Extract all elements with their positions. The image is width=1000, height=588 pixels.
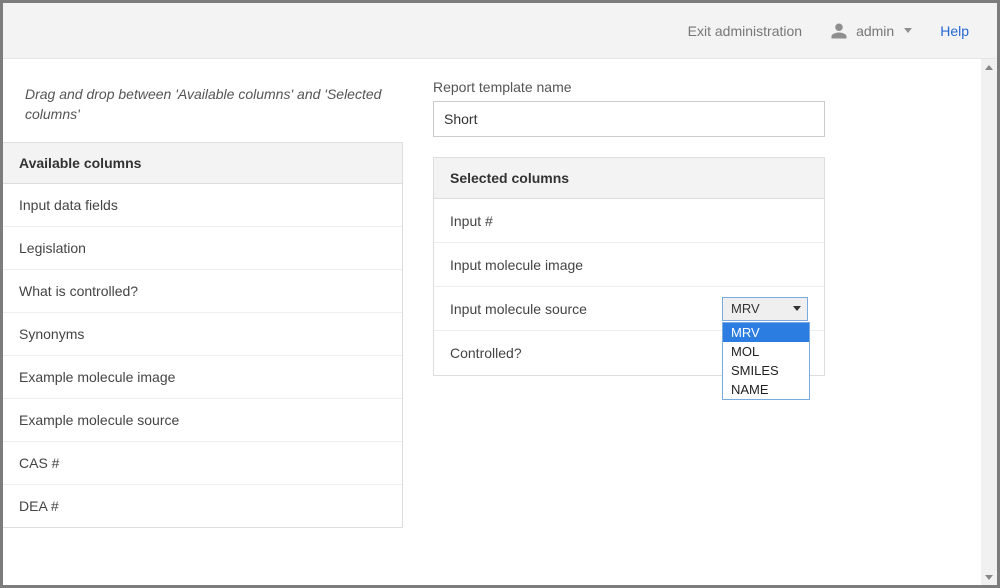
scroll-up-button[interactable] <box>981 59 997 75</box>
template-name-input[interactable] <box>433 101 825 137</box>
available-item[interactable]: Example molecule source <box>3 399 402 442</box>
right-column: Report template name Selected columns In… <box>403 59 981 585</box>
selected-columns-panel: Selected columns Input # Input molecule i… <box>433 157 825 376</box>
format-dropdown[interactable]: MRVMOLSMILESNAME <box>722 322 810 400</box>
format-option[interactable]: NAME <box>723 380 809 399</box>
format-select-value: MRV <box>731 301 760 316</box>
available-item[interactable]: Synonyms <box>3 313 402 356</box>
available-columns-header: Available columns <box>3 143 402 184</box>
user-icon <box>830 22 848 40</box>
chevron-down-icon <box>793 306 801 311</box>
selected-item-label: Input molecule source <box>450 301 587 317</box>
format-option[interactable]: MRV <box>723 323 809 342</box>
exit-administration-link[interactable]: Exit administration <box>688 23 802 39</box>
available-item[interactable]: DEA # <box>3 485 402 527</box>
selected-item[interactable]: Input # <box>434 199 824 243</box>
chevron-up-icon <box>985 65 993 70</box>
available-item[interactable]: What is controlled? <box>3 270 402 313</box>
app-frame: Exit administration admin Help Drag and … <box>0 0 1000 588</box>
selected-item-label: Controlled? <box>450 345 522 361</box>
selected-item[interactable]: Input molecule source MRVMRVMOLSMILESNAME <box>434 287 824 331</box>
user-name: admin <box>856 23 894 39</box>
chevron-down-icon <box>904 28 912 33</box>
available-item[interactable]: CAS # <box>3 442 402 485</box>
selected-columns-list: Input # Input molecule image Input molecul… <box>434 199 824 375</box>
help-link[interactable]: Help <box>940 23 969 39</box>
scroll-down-button[interactable] <box>981 569 997 585</box>
selected-item-label: Input # <box>450 213 493 229</box>
top-bar: Exit administration admin Help <box>3 3 997 59</box>
left-column: Drag and drop between 'Available columns… <box>3 59 403 585</box>
content-area: Drag and drop between 'Available columns… <box>3 59 997 585</box>
available-item[interactable]: Input data fields <box>3 184 402 227</box>
user-menu[interactable]: admin <box>830 22 912 40</box>
available-item[interactable]: Example molecule image <box>3 356 402 399</box>
vertical-scrollbar[interactable] <box>981 59 997 585</box>
selected-item-label: Input molecule image <box>450 257 583 273</box>
chevron-down-icon <box>985 575 993 580</box>
selected-item[interactable]: Input molecule image <box>434 243 824 287</box>
available-item[interactable]: Legislation <box>3 227 402 270</box>
format-select[interactable]: MRVMRVMOLSMILESNAME <box>722 297 808 321</box>
selected-columns-header: Selected columns <box>434 158 824 199</box>
available-columns-list: Input data fieldsLegislationWhat is cont… <box>3 184 402 527</box>
format-option[interactable]: MOL <box>723 342 809 361</box>
available-columns-panel: Available columns Input data fieldsLegis… <box>3 142 403 528</box>
drag-drop-hint: Drag and drop between 'Available columns… <box>3 59 403 142</box>
format-option[interactable]: SMILES <box>723 361 809 380</box>
template-name-label: Report template name <box>433 79 941 95</box>
